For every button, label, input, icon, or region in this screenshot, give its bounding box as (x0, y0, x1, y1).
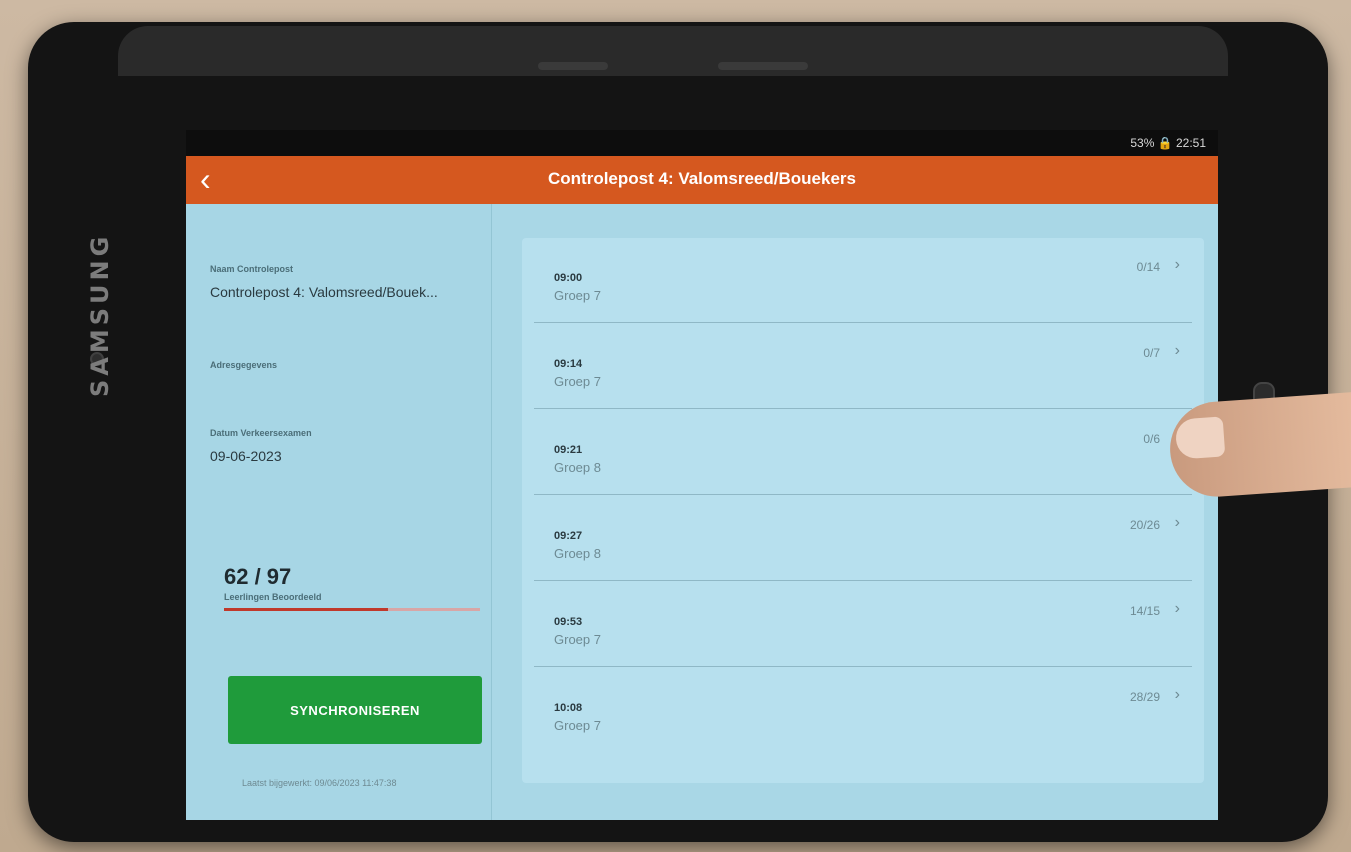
tablet-slot (718, 62, 808, 70)
name-value: Controlepost 4: Valomsreed/Bouek... (210, 284, 438, 300)
chevron-right-icon: › (1174, 514, 1180, 531)
list-item[interactable]: 09:53 Groep 7 14/15 › (534, 582, 1192, 667)
session-count: 28/29 (1129, 690, 1160, 704)
session-group: Groep 8 (554, 460, 601, 475)
session-time: 09:53 (554, 616, 583, 628)
chevron-right-icon: › (1174, 600, 1180, 617)
session-count: 20/26 (1129, 518, 1160, 532)
date-label: Datum Verkeersexamen (210, 428, 312, 438)
date-value: 09-06-2023 (210, 448, 282, 464)
session-time: 09:21 (554, 444, 583, 456)
session-group: Groep 7 (554, 718, 601, 733)
progress-bar (224, 608, 480, 611)
list-item[interactable]: 09:14 Groep 7 0/7 › (534, 324, 1192, 409)
tablet-device: SAMSUNG 53% 🔒 22:51 ‹ Controlepost 4: Va… (28, 22, 1328, 842)
chevron-right-icon: › (1174, 686, 1180, 703)
assessed-counter: 62 / 97 (224, 564, 292, 589)
assessed-label: Leerlingen Beoordeeld (224, 592, 322, 602)
session-list: 09:00 Groep 7 0/14 › 09:14 Groep 7 0/7 ›… (522, 238, 1204, 783)
list-item[interactable]: 09:21 Groep 8 0/6 › (534, 410, 1192, 495)
name-label: Naam Controlepost (210, 264, 294, 274)
info-panel: Naam Controlepost Controlepost 4: Valoms… (186, 204, 492, 820)
session-count: 0/7 (1143, 346, 1160, 360)
device-brand: SAMSUNG (86, 232, 114, 397)
app-bar: ‹ Controlepost 4: Valomsreed/Bouekers (186, 156, 1218, 204)
session-group: Groep 7 (554, 288, 601, 303)
session-group: Groep 8 (554, 546, 601, 561)
screen: 53% 🔒 22:51 ‹ Controlepost 4: Valomsreed… (186, 130, 1218, 820)
status-text: 53% 🔒 22:51 (1130, 136, 1206, 150)
fingernail (1174, 416, 1226, 460)
status-bar: 53% 🔒 22:51 (186, 130, 1218, 156)
session-count: 0/6 (1143, 432, 1160, 446)
progress-fill (224, 608, 388, 611)
chevron-right-icon: › (1174, 342, 1180, 359)
session-group: Groep 7 (554, 374, 601, 389)
session-group: Groep 7 (554, 632, 601, 647)
session-count: 0/14 (1136, 260, 1160, 274)
tablet-slot (538, 62, 608, 70)
tablet-top-edge (118, 26, 1228, 76)
list-item[interactable]: 09:00 Groep 7 0/14 › (534, 238, 1192, 323)
list-item[interactable]: 09:27 Groep 8 20/26 › (534, 496, 1192, 581)
session-time: 09:00 (554, 272, 583, 284)
session-time: 09:27 (554, 530, 583, 542)
list-item[interactable]: 10:08 Groep 7 28/29 › (534, 668, 1192, 752)
page-title: Controlepost 4: Valomsreed/Bouekers (548, 169, 856, 188)
last-updated: Laatst bijgewerkt: 09/06/2023 11:47:38 (242, 778, 397, 788)
address-label: Adresgegevens (210, 360, 278, 370)
session-time: 09:14 (554, 358, 583, 370)
session-time: 10:08 (554, 702, 583, 714)
chevron-right-icon: › (1174, 256, 1180, 273)
sync-button[interactable]: SYNCHRONISEREN (228, 676, 482, 744)
session-count: 14/15 (1129, 604, 1160, 618)
